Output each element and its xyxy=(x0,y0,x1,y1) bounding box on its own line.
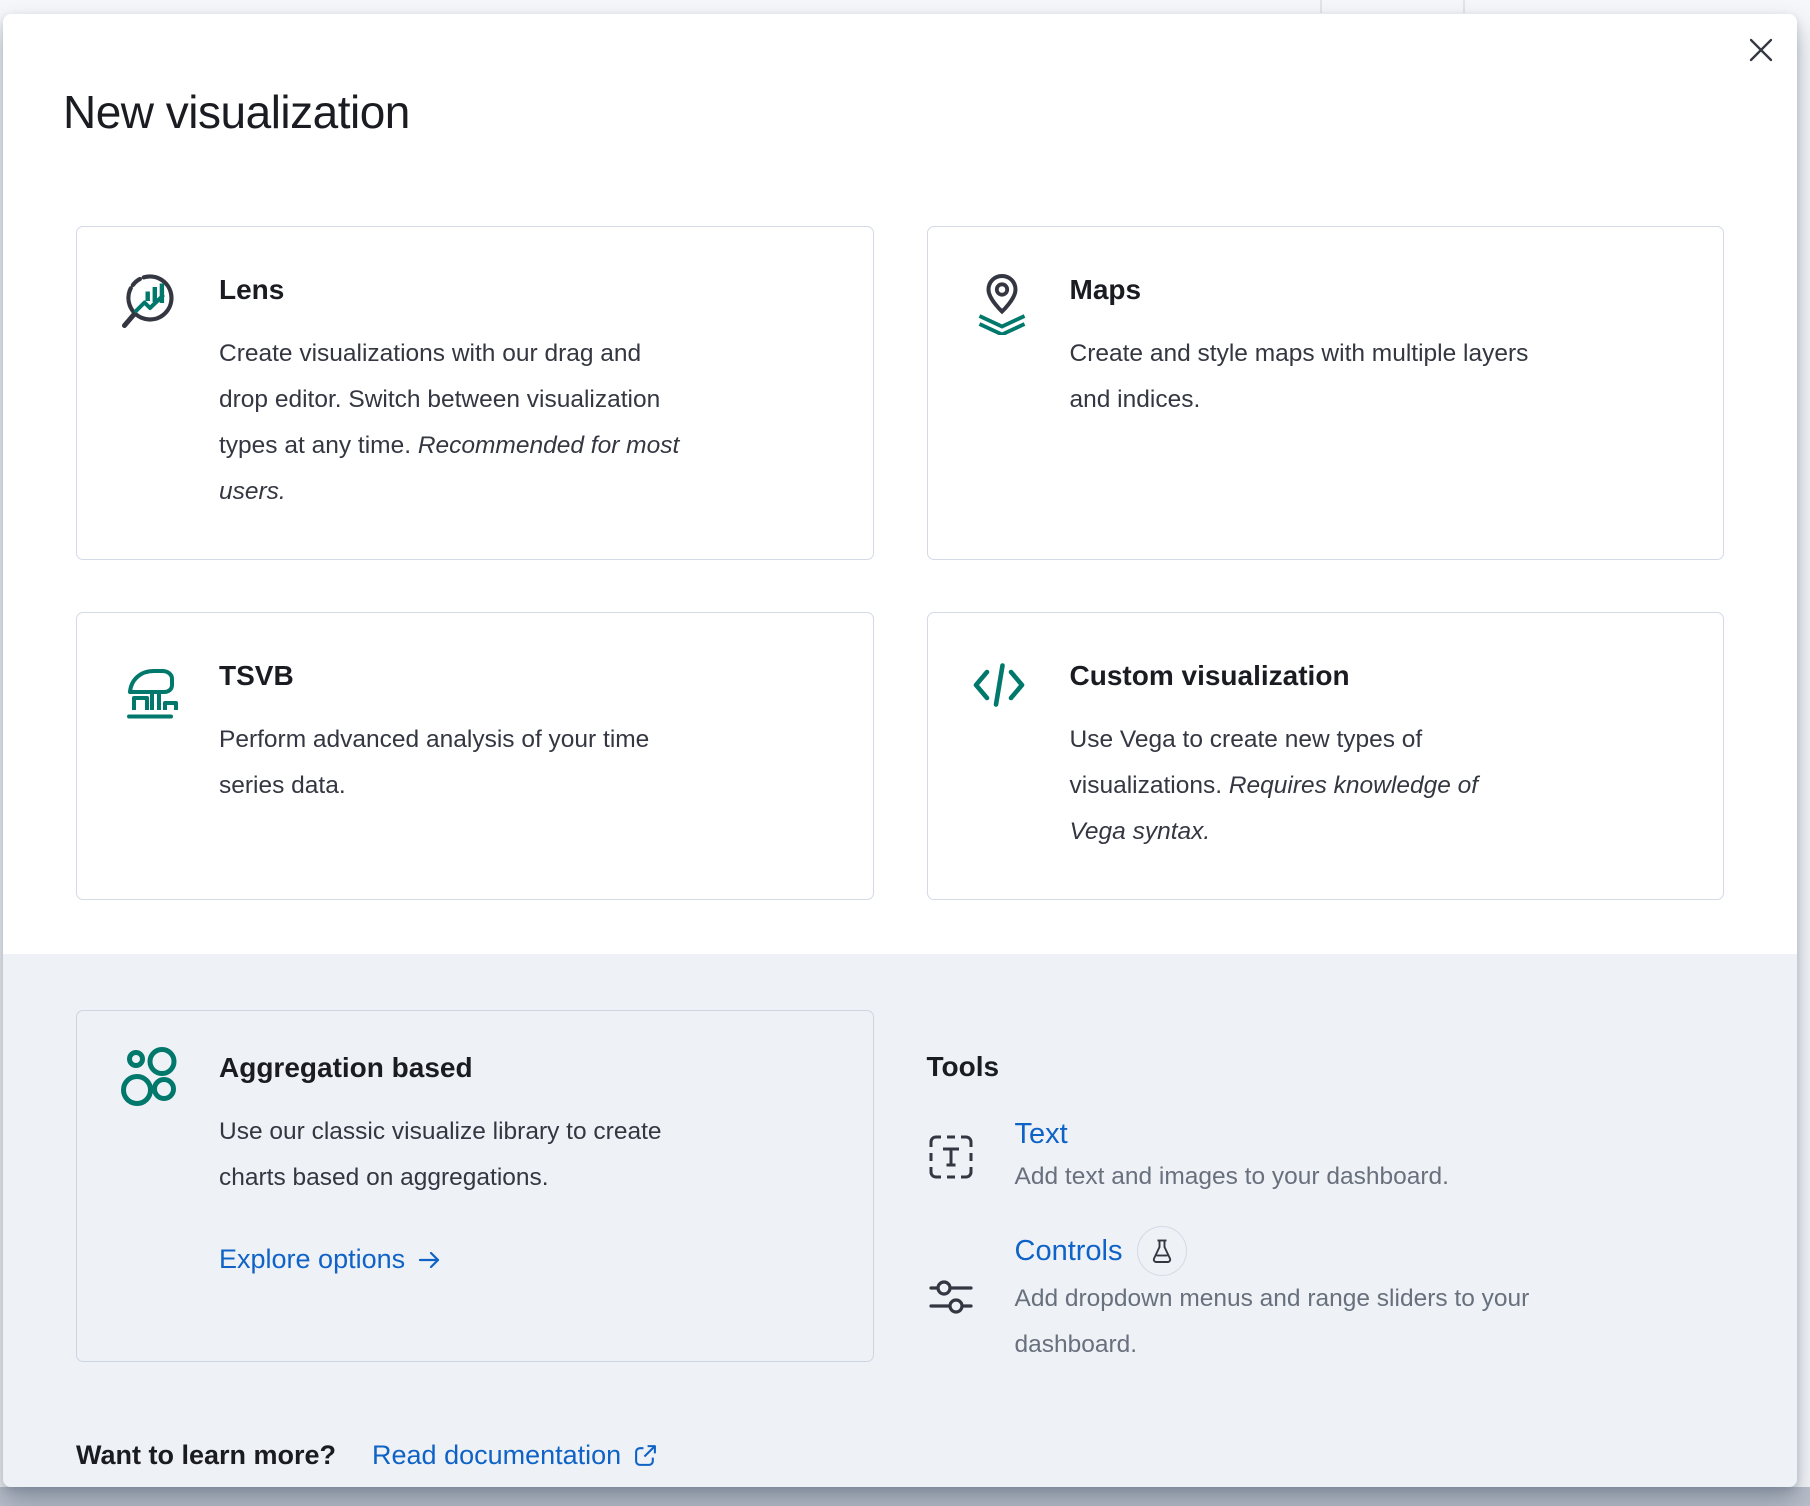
card-content: Maps Create and style maps with multiple… xyxy=(1070,271,1682,515)
page-background: New visualization Lens xyxy=(0,0,1810,1506)
controls-link[interactable]: Controls xyxy=(1015,1231,1123,1271)
tools-section: Tools xyxy=(927,1010,1725,1394)
card-title: Maps xyxy=(1070,273,1682,307)
card-title: Lens xyxy=(219,273,831,307)
card-content: TSVB Perform advanced analysis of your t… xyxy=(219,657,831,855)
page-shadow-area xyxy=(0,1487,1810,1506)
card-tsvb[interactable]: TSVB Perform advanced analysis of your t… xyxy=(76,612,874,900)
card-maps[interactable]: Maps Create and style maps with multiple… xyxy=(927,226,1725,560)
card-description-text: Perform advanced analysis of your time s… xyxy=(219,726,649,799)
footer-grid: Aggregation based Use our classic visual… xyxy=(76,1010,1724,1394)
card-description: Create visualizations with our drag and … xyxy=(219,331,831,515)
card-custom-visualization[interactable]: Custom visualization Use Vega to create … xyxy=(927,612,1725,900)
modal-footer-section: Aggregation based Use our classic visual… xyxy=(3,954,1797,1487)
visualization-cards: Lens Create visualizations with our drag… xyxy=(76,226,1724,900)
card-description: Perform advanced analysis of your time s… xyxy=(219,717,831,809)
text-tool-icon xyxy=(927,1133,975,1181)
card-description: Create and style maps with multiple laye… xyxy=(1070,331,1682,423)
aggregation-icon xyxy=(119,1045,183,1317)
modal-title: New visualization xyxy=(3,14,1797,140)
explore-options-label: Explore options xyxy=(219,1244,405,1275)
card-aggregation-based: Aggregation based Use our classic visual… xyxy=(76,1010,874,1362)
external-link-icon xyxy=(633,1443,658,1468)
card-title: Custom visualization xyxy=(1070,659,1682,693)
close-icon xyxy=(1747,36,1775,64)
explore-options-link[interactable]: Explore options xyxy=(219,1244,443,1275)
card-description-text: Create and style maps with multiple laye… xyxy=(1070,340,1529,413)
tools-heading: Tools xyxy=(927,1050,1725,1084)
new-visualization-modal: New visualization Lens xyxy=(3,14,1797,1487)
tool-controls: Controls Add dropdown menus and rang xyxy=(927,1226,1725,1368)
learn-more-row: Want to learn more? Read documentation xyxy=(76,1440,1724,1471)
card-title: Aggregation based xyxy=(219,1051,831,1085)
background-divider xyxy=(1320,0,1322,13)
tool-text: Text Add text and images to your dashboa… xyxy=(927,1114,1725,1200)
arrow-right-icon xyxy=(417,1247,443,1273)
maps-icon xyxy=(970,271,1034,515)
background-divider xyxy=(1463,0,1465,13)
learn-more-prompt: Want to learn more? xyxy=(76,1440,336,1471)
tsvb-icon xyxy=(119,657,183,855)
card-description: Use Vega to create new types of visualiz… xyxy=(1070,717,1682,855)
read-documentation-label: Read documentation xyxy=(372,1440,621,1471)
lens-icon xyxy=(119,271,183,515)
sliders-icon xyxy=(927,1273,975,1321)
close-button[interactable] xyxy=(1745,34,1777,66)
tool-content: Text Add text and images to your dashboa… xyxy=(1015,1114,1449,1200)
card-content: Custom visualization Use Vega to create … xyxy=(1070,657,1682,855)
card-title: TSVB xyxy=(219,659,831,693)
tool-description: Add text and images to your dashboard. xyxy=(1015,1154,1449,1200)
card-content: Aggregation based Use our classic visual… xyxy=(219,1045,831,1317)
card-lens[interactable]: Lens Create visualizations with our drag… xyxy=(76,226,874,560)
code-icon xyxy=(970,657,1034,855)
card-description: Use our classic visualize library to cre… xyxy=(219,1109,831,1201)
text-link[interactable]: Text xyxy=(1015,1114,1068,1154)
lab-badge xyxy=(1137,1226,1187,1276)
read-documentation-link[interactable]: Read documentation xyxy=(372,1440,658,1471)
tool-description: Add dropdown menus and range sliders to … xyxy=(1015,1276,1530,1368)
card-content: Lens Create visualizations with our drag… xyxy=(219,271,831,515)
beaker-icon xyxy=(1147,1236,1177,1266)
tool-content: Controls Add dropdown menus and rang xyxy=(1015,1226,1530,1368)
